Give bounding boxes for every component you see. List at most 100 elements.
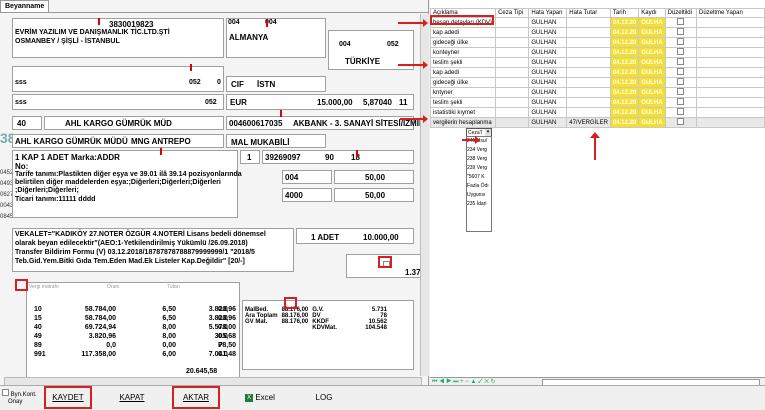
- grid-row[interactable]: konteyner GULHAN 04.12.20 GULHA: [429, 47, 765, 58]
- duzeltildi-cell[interactable]: [664, 107, 698, 118]
- istatistiki-field[interactable]: 1.378: [346, 254, 428, 278]
- grid-cell[interactable]: istatistiki kıymet: [429, 107, 497, 118]
- odeme-field[interactable]: MAL MUKABİLİ: [226, 134, 326, 148]
- checkbox[interactable]: [677, 68, 685, 75]
- dropdown-option[interactable]: "5607 K: [467, 173, 491, 182]
- grid-row[interactable]: istatistiki kıymet GULHAN 04.12.20 GULHA: [429, 107, 765, 118]
- checkbox[interactable]: [677, 98, 685, 105]
- teslim-field[interactable]: CIF İSTN: [226, 76, 326, 92]
- grid-cell[interactable]: [566, 17, 611, 28]
- grid-row[interactable]: teslim şekli GULHAN 04.12.20 GULHA: [429, 97, 765, 108]
- grid-cell[interactable]: 04.12.20: [609, 117, 640, 128]
- grid-cell[interactable]: [696, 27, 765, 38]
- kalem-no-field[interactable]: 1: [240, 150, 260, 164]
- alici2-field[interactable]: sss 052: [12, 94, 224, 110]
- checkbox[interactable]: [677, 28, 685, 35]
- grid-cell[interactable]: [696, 17, 765, 28]
- excel-button[interactable]: X Excel: [236, 387, 284, 409]
- grid-header[interactable]: Hata Yapan: [528, 8, 568, 18]
- grid-cell[interactable]: [696, 47, 765, 58]
- grid-cell[interactable]: [495, 77, 530, 88]
- grid-cell[interactable]: GULHA: [638, 47, 666, 58]
- dropdown-option[interactable]: Fazla Ödı: [467, 182, 491, 191]
- dropdown-option[interactable]: 235 İdari: [467, 200, 491, 209]
- grid-cell[interactable]: kap adedi: [429, 27, 497, 38]
- checkbox[interactable]: [2, 389, 9, 396]
- grid-cell[interactable]: GULHAN: [528, 27, 568, 38]
- dropdown-option[interactable]: 238 Verg: [467, 155, 491, 164]
- grid-header[interactable]: Kaydı: [638, 8, 666, 18]
- grid-cell[interactable]: [696, 97, 765, 108]
- banka-field[interactable]: 004600617035 AKBANK - 3. SANAYİ SİTESİ/İ…: [226, 116, 425, 130]
- grid-cell[interactable]: 04.12.20: [609, 67, 640, 78]
- grid-cell[interactable]: 04.12.20: [609, 57, 640, 68]
- dropdown-option[interactable]: Uygunsı: [467, 191, 491, 200]
- grid-cell[interactable]: GULHA: [638, 97, 666, 108]
- grid-cell[interactable]: [696, 77, 765, 88]
- duzeltildi-cell[interactable]: [664, 87, 698, 98]
- grid-cell[interactable]: teslim şekli: [429, 97, 497, 108]
- duzeltildi-cell[interactable]: [664, 47, 698, 58]
- grid-cell[interactable]: GULHAN: [528, 17, 568, 28]
- checkbox[interactable]: [677, 18, 685, 25]
- brut-field[interactable]: 50,00: [334, 170, 414, 184]
- grid-cell[interactable]: 04.12.20: [609, 97, 640, 108]
- grid-cell[interactable]: [495, 67, 530, 78]
- grid-row[interactable]: kntyner GULHAN 04.12.20 GULHA: [429, 87, 765, 98]
- grid-cell[interactable]: [566, 37, 611, 48]
- hesap-detay-field[interactable]: MalBed. 88.176,00 G.V. 5.731 Ara Toplam 88.1…: [242, 300, 414, 370]
- grid-row[interactable]: hesap detayları (KDV) GULHAN 04.12.20 GULHA: [429, 17, 765, 28]
- adet-field[interactable]: 1 ADET 10.000,00: [296, 228, 414, 244]
- grid-cell[interactable]: [495, 17, 530, 28]
- grid-cell[interactable]: [495, 97, 530, 108]
- vergi-row[interactable]: 89 0,0 0,00 78,50 P: [26, 342, 240, 351]
- duzeltildi-cell[interactable]: [664, 17, 698, 28]
- grid-cell[interactable]: [566, 67, 611, 78]
- duzeltildi-cell[interactable]: [664, 97, 698, 108]
- grid-cell[interactable]: [566, 77, 611, 88]
- grid-cell[interactable]: [495, 27, 530, 38]
- grid-cell[interactable]: GULHAN: [528, 37, 568, 48]
- grid-cell[interactable]: GULHAN: [528, 117, 568, 128]
- grid-cell[interactable]: [566, 57, 611, 68]
- gonderici-field[interactable]: 3830019823 EVRİM YAZILIM VE DANIŞMANLIK …: [12, 18, 224, 58]
- grid-cell[interactable]: [566, 27, 611, 38]
- net-field[interactable]: 50,00: [334, 188, 414, 202]
- grid-header[interactable]: Düzeltildi: [664, 8, 698, 18]
- grid-header[interactable]: Düzeltme Yapan: [696, 8, 765, 18]
- grid-cell[interactable]: [495, 47, 530, 58]
- grid-row[interactable]: teslim şekli GULHAN 04.12.20 GULHA: [429, 57, 765, 68]
- grid-header[interactable]: Ceza Tipi: [495, 8, 530, 18]
- checkbox[interactable]: [383, 261, 390, 268]
- kaydet-button[interactable]: KAYDET: [44, 387, 92, 409]
- bynkont-checkbox[interactable]: Byn.Kont.: [2, 389, 37, 398]
- grid-cell[interactable]: teslim şekli: [429, 57, 497, 68]
- grid-header[interactable]: Tarih: [609, 8, 640, 18]
- grid-cell[interactable]: 04.12.20: [609, 37, 640, 48]
- gumruk2-field[interactable]: AHL KARGO GÜMRÜK MÜDÜ MNG ANTREPO: [12, 134, 224, 148]
- checkbox[interactable]: [677, 108, 685, 115]
- grid-cell[interactable]: 04.12.20: [609, 17, 640, 28]
- vergi-row[interactable]: 10 58.784,00 6,50 3.820,96 0.0: [26, 306, 240, 315]
- duzeltildi-cell[interactable]: [664, 77, 698, 88]
- grid-cell[interactable]: GULHA: [638, 57, 666, 68]
- vergi-row[interactable]: 991 117.358,00 6,00 7.041,48 0.0: [26, 351, 240, 360]
- kapat-button[interactable]: KAPAT: [108, 387, 156, 409]
- grid-cell[interactable]: [495, 87, 530, 98]
- grid-cell[interactable]: [495, 57, 530, 68]
- rejim-field[interactable]: 4000: [282, 188, 332, 202]
- log-button[interactable]: LOG: [300, 387, 348, 409]
- grid-cell[interactable]: [696, 87, 765, 98]
- mensei-field[interactable]: 004: [282, 170, 332, 184]
- grid-cell[interactable]: [696, 37, 765, 48]
- grid-cell[interactable]: vergilerin hesaplanma: [429, 117, 497, 128]
- grid-cell[interactable]: 04.12.20: [609, 107, 640, 118]
- dropdown-option[interactable]: 239 Verg: [467, 164, 491, 173]
- grid-cell[interactable]: GULHA: [638, 67, 666, 78]
- duzeltildi-cell[interactable]: [664, 27, 698, 38]
- grid-row[interactable]: kap adedi GULHAN 04.12.20 GULHA: [429, 67, 765, 78]
- grid-cell[interactable]: gideceği ülke: [429, 77, 497, 88]
- grid-cell[interactable]: GULHAN: [528, 87, 568, 98]
- checkbox[interactable]: [677, 118, 685, 125]
- grid-cell[interactable]: GULHA: [638, 117, 666, 128]
